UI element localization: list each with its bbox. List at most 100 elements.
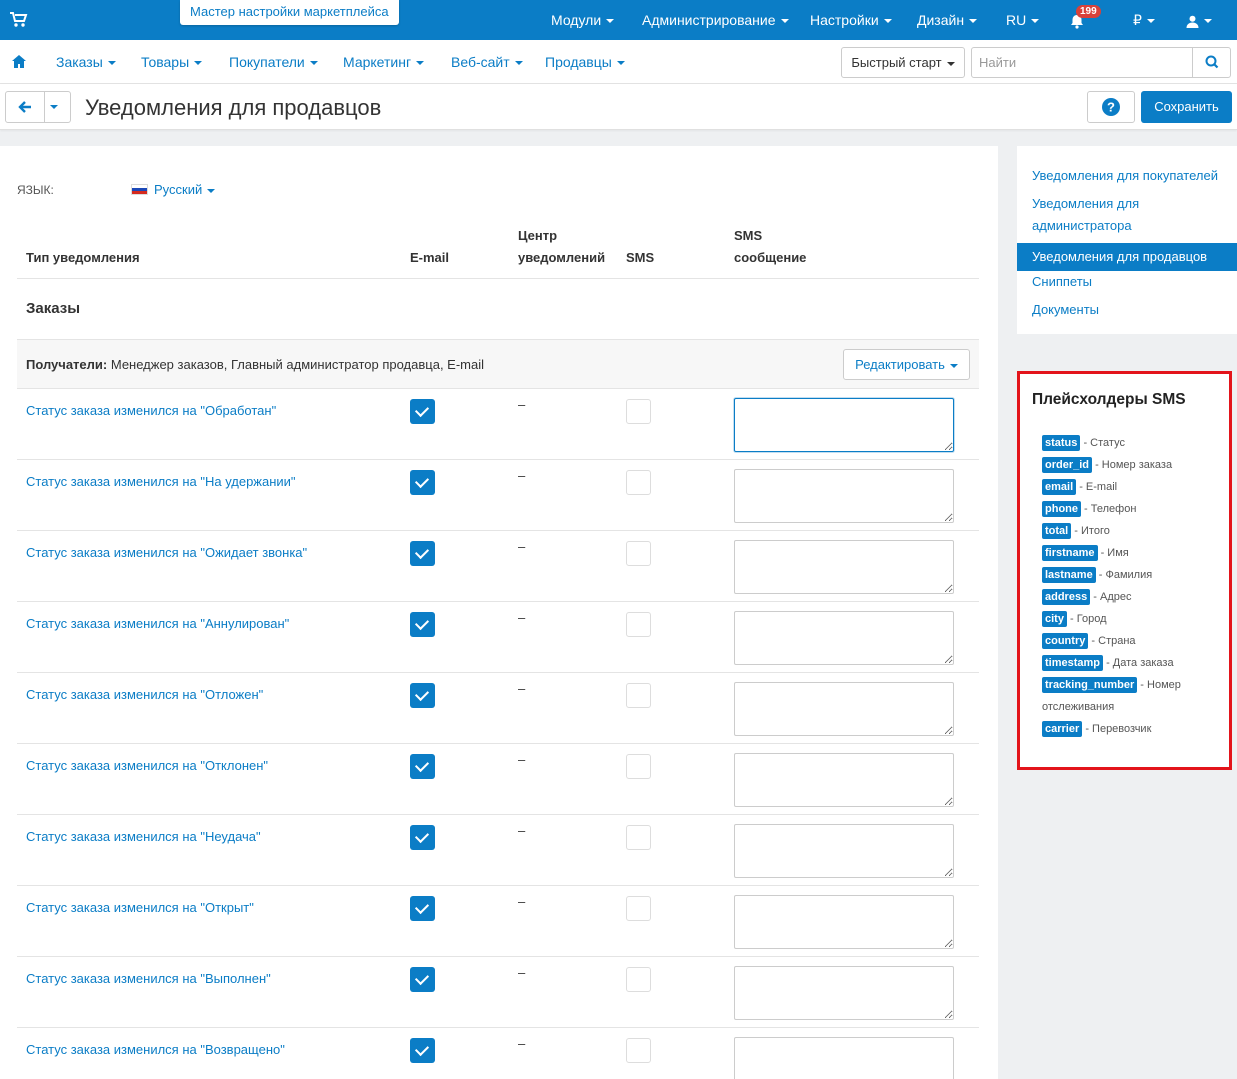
nav-design[interactable]: Дизайн xyxy=(917,0,978,40)
placeholder-tag[interactable]: order_id xyxy=(1042,457,1093,473)
help-button[interactable]: ? xyxy=(1087,91,1135,123)
main-panel: ЯЗЫК: Русский Тип уведомления E-mail Цен… xyxy=(0,146,998,1079)
cart-icon[interactable] xyxy=(10,12,28,28)
email-checkbox[interactable] xyxy=(410,967,435,992)
placeholder-tag[interactable]: lastname xyxy=(1042,567,1096,583)
notification-link[interactable]: Статус заказа изменился на "Отложен" xyxy=(26,687,263,702)
placeholder-tag[interactable]: address xyxy=(1042,589,1091,605)
placeholder-tag[interactable]: city xyxy=(1042,611,1067,627)
home-icon[interactable] xyxy=(12,55,26,68)
table-row: Статус заказа изменился на "Неудача" – xyxy=(17,815,979,886)
menu-products[interactable]: Товары xyxy=(141,40,203,84)
email-checkbox[interactable] xyxy=(410,541,435,566)
placeholder-tag[interactable]: tracking_number xyxy=(1042,677,1138,693)
placeholders-title: Плейсхолдеры SMS xyxy=(1032,391,1186,408)
notification-link[interactable]: Статус заказа изменился на "Открыт" xyxy=(26,900,254,915)
language-select[interactable]: Русский xyxy=(131,182,216,197)
menu-marketing[interactable]: Маркетинг xyxy=(343,40,425,84)
side-item-documents[interactable]: Документы xyxy=(1017,299,1237,321)
notification-link[interactable]: Статус заказа изменился на "Неудача" xyxy=(26,829,261,844)
sms-checkbox[interactable] xyxy=(626,896,651,921)
user-menu[interactable] xyxy=(1186,0,1212,40)
nav-language[interactable]: RU xyxy=(1006,0,1040,40)
placeholder-tag[interactable]: status xyxy=(1042,435,1081,451)
table-row: Статус заказа изменился на "Отложен" – xyxy=(17,673,979,744)
notification-link[interactable]: Статус заказа изменился на "Выполнен" xyxy=(26,971,271,986)
sms-checkbox[interactable] xyxy=(626,1038,651,1063)
center-value: – xyxy=(518,1036,526,1051)
title-bar: Уведомления для продавцов ? Сохранить xyxy=(0,84,1237,130)
placeholder-tag[interactable]: carrier xyxy=(1042,721,1083,737)
nav-settings[interactable]: Настройки xyxy=(810,0,892,40)
sms-message-field[interactable] xyxy=(734,682,954,736)
sms-message-field[interactable] xyxy=(734,540,954,594)
notification-link[interactable]: Статус заказа изменился на "Возвращено" xyxy=(26,1042,285,1057)
sms-message-field[interactable] xyxy=(734,824,954,878)
sms-checkbox[interactable] xyxy=(626,541,651,566)
notification-link[interactable]: Статус заказа изменился на "Обработан" xyxy=(26,403,276,418)
header-type: Тип уведомления xyxy=(26,250,140,265)
search-button[interactable] xyxy=(1192,48,1230,77)
email-checkbox[interactable] xyxy=(410,1038,435,1063)
email-checkbox[interactable] xyxy=(410,825,435,850)
menu-customers[interactable]: Покупатели xyxy=(229,40,318,84)
history-dropdown-button[interactable] xyxy=(44,91,71,123)
notification-link[interactable]: Статус заказа изменился на "Ожидает звон… xyxy=(26,545,307,560)
sms-message-field[interactable] xyxy=(734,753,954,807)
sms-message-field[interactable] xyxy=(734,966,954,1020)
placeholder-tag[interactable]: country xyxy=(1042,633,1089,649)
email-checkbox[interactable] xyxy=(410,399,435,424)
search-icon xyxy=(1205,55,1219,69)
nav-administration[interactable]: Администрирование xyxy=(642,0,789,40)
placeholder-tag[interactable]: email xyxy=(1042,479,1077,495)
email-checkbox[interactable] xyxy=(410,896,435,921)
header-divider xyxy=(17,278,979,279)
menu-orders[interactable]: Заказы xyxy=(56,40,116,84)
center-value: – xyxy=(518,539,526,554)
placeholder-tag[interactable]: total xyxy=(1042,523,1072,539)
sms-message-field[interactable] xyxy=(734,1037,954,1079)
placeholder-tag[interactable]: firstname xyxy=(1042,545,1098,561)
menu-website[interactable]: Веб-сайт xyxy=(451,40,523,84)
sms-message-field[interactable] xyxy=(734,469,954,523)
center-value: – xyxy=(518,681,526,696)
sms-checkbox[interactable] xyxy=(626,683,651,708)
sms-message-field[interactable] xyxy=(734,398,954,452)
table-row: Статус заказа изменился на "Отклонен" – xyxy=(17,744,979,815)
sms-checkbox[interactable] xyxy=(626,825,651,850)
nav-currency[interactable]: ₽ xyxy=(1133,0,1155,40)
sms-message-field[interactable] xyxy=(734,895,954,949)
side-item-vendor-notifications[interactable]: Уведомления для продавцов xyxy=(1017,243,1237,271)
back-button[interactable] xyxy=(5,91,45,123)
placeholder-item: status - Статус xyxy=(1042,435,1125,451)
sms-checkbox[interactable] xyxy=(626,612,651,637)
email-checkbox[interactable] xyxy=(410,683,435,708)
sms-checkbox[interactable] xyxy=(626,967,651,992)
placeholder-tag[interactable]: phone xyxy=(1042,501,1081,517)
side-item-customer-notifications[interactable]: Уведомления для покупателей xyxy=(1017,165,1237,187)
sms-message-field[interactable] xyxy=(734,611,954,665)
email-checkbox[interactable] xyxy=(410,612,435,637)
notification-link[interactable]: Статус заказа изменился на "Отклонен" xyxy=(26,758,268,773)
email-checkbox[interactable] xyxy=(410,754,435,779)
side-item-snippets[interactable]: Сниппеты xyxy=(1017,271,1237,293)
notification-link[interactable]: Статус заказа изменился на "На удержании… xyxy=(26,474,296,489)
search-input[interactable] xyxy=(972,48,1192,77)
email-checkbox[interactable] xyxy=(410,470,435,495)
save-button[interactable]: Сохранить xyxy=(1141,91,1232,123)
marketplace-wizard-button[interactable]: Мастер настройки маркетплейса xyxy=(180,0,399,25)
side-item-admin-notifications[interactable]: Уведомления для администратора xyxy=(1017,193,1237,237)
placeholder-tag[interactable]: timestamp xyxy=(1042,655,1104,671)
notification-link[interactable]: Статус заказа изменился на "Аннулирован" xyxy=(26,616,289,631)
placeholder-item: country - Страна xyxy=(1042,633,1136,649)
sms-checkbox[interactable] xyxy=(626,399,651,424)
center-value: – xyxy=(518,965,526,980)
menu-vendors[interactable]: Продавцы xyxy=(545,40,625,84)
sms-checkbox[interactable] xyxy=(626,470,651,495)
table-row: Статус заказа изменился на "На удержании… xyxy=(17,460,979,531)
placeholder-item: total - Итого xyxy=(1042,523,1110,539)
nav-modules[interactable]: Модули xyxy=(551,0,615,40)
edit-recipients-button[interactable]: Редактировать xyxy=(843,349,970,380)
quick-start-button[interactable]: Быстрый старт xyxy=(841,47,965,78)
sms-checkbox[interactable] xyxy=(626,754,651,779)
